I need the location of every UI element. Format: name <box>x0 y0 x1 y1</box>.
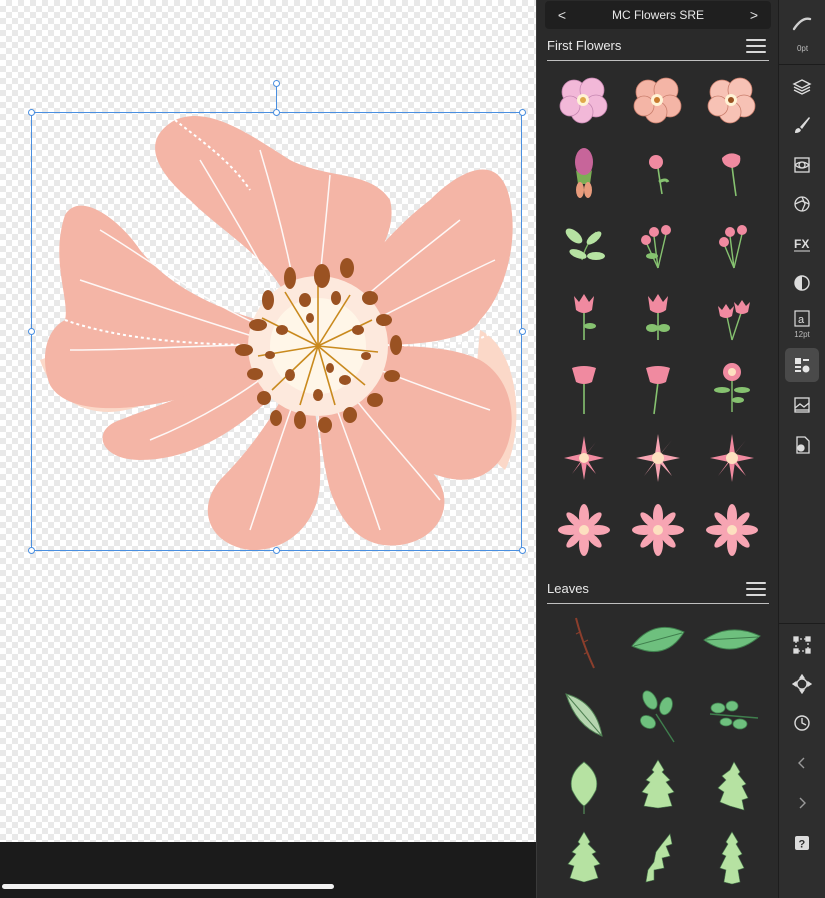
leaves-grid <box>547 606 769 894</box>
asset-thumbnail[interactable] <box>547 750 621 822</box>
asset-thumbnail[interactable] <box>547 206 621 278</box>
stroke-width-icon[interactable] <box>785 6 819 40</box>
text-styles-icon[interactable]: a 12pt <box>785 304 819 344</box>
previous-category-button[interactable]: < <box>555 7 569 23</box>
rotation-handle-line <box>276 84 277 112</box>
asset-thumbnail[interactable] <box>547 822 621 894</box>
adjustments-icon[interactable] <box>785 148 819 182</box>
section-title-first-flowers[interactable]: First Flowers <box>547 38 621 53</box>
layers-icon[interactable] <box>785 70 819 104</box>
asset-thumbnail[interactable] <box>621 822 695 894</box>
styles-icon[interactable] <box>785 266 819 300</box>
resize-handle-left[interactable] <box>28 328 35 335</box>
resize-handle-right[interactable] <box>519 328 526 335</box>
collapse-left-icon[interactable] <box>785 746 819 780</box>
assets-panel: < MC Flowers SRE > First Flowers Leaves <box>536 0 778 898</box>
asset-thumbnail[interactable] <box>695 494 769 566</box>
asset-thumbnail[interactable] <box>695 678 769 750</box>
section-divider <box>547 60 769 61</box>
asset-thumbnail[interactable] <box>695 62 769 134</box>
effects-icon[interactable] <box>785 187 819 221</box>
svg-text:?: ? <box>799 839 806 851</box>
asset-thumbnail[interactable] <box>547 134 621 206</box>
stroke-width-value: 0pt <box>796 44 809 53</box>
resize-handle-bottom-left[interactable] <box>28 547 35 554</box>
asset-thumbnail[interactable] <box>547 350 621 422</box>
document-settings-icon[interactable] <box>785 428 819 462</box>
asset-thumbnail[interactable] <box>695 134 769 206</box>
svg-text:a: a <box>798 314 805 326</box>
stock-icon[interactable] <box>785 388 819 422</box>
transform-icon[interactable] <box>785 628 819 662</box>
asset-thumbnail[interactable] <box>695 206 769 278</box>
asset-thumbnail[interactable] <box>547 278 621 350</box>
assets-icon[interactable] <box>785 348 819 382</box>
asset-thumbnail[interactable] <box>621 350 695 422</box>
resize-handle-top-right[interactable] <box>519 109 526 116</box>
asset-category-title: MC Flowers SRE <box>611 8 704 22</box>
asset-thumbnail[interactable] <box>695 422 769 494</box>
asset-thumbnail[interactable] <box>547 62 621 134</box>
brush-icon[interactable] <box>785 108 819 142</box>
fx-icon[interactable]: FX <box>785 226 819 260</box>
asset-thumbnail[interactable] <box>621 206 695 278</box>
asset-thumbnail[interactable] <box>695 278 769 350</box>
rotation-handle[interactable] <box>273 80 280 87</box>
asset-thumbnail[interactable] <box>621 494 695 566</box>
asset-thumbnail[interactable] <box>621 134 695 206</box>
navigator-icon[interactable] <box>785 667 819 701</box>
app: < MC Flowers SRE > First Flowers Leaves … <box>0 0 825 898</box>
asset-thumbnail[interactable] <box>621 750 695 822</box>
studio-toolbar: 0pt FX a 12pt ? <box>778 0 825 898</box>
section-divider <box>547 603 769 604</box>
asset-thumbnail[interactable] <box>547 494 621 566</box>
asset-thumbnail[interactable] <box>695 606 769 678</box>
asset-thumbnail[interactable] <box>621 278 695 350</box>
collapse-right-icon[interactable] <box>785 786 819 820</box>
asset-thumbnail[interactable] <box>695 822 769 894</box>
resize-handle-bottom-right[interactable] <box>519 547 526 554</box>
asset-category-switcher: < MC Flowers SRE > <box>545 1 771 29</box>
resize-handle-top-left[interactable] <box>28 109 35 116</box>
bottom-bar <box>0 842 536 898</box>
svg-text:FX: FX <box>794 237 809 251</box>
asset-thumbnail[interactable] <box>621 606 695 678</box>
asset-thumbnail[interactable] <box>621 62 695 134</box>
history-icon[interactable] <box>785 706 819 740</box>
resize-handle-top[interactable] <box>273 109 280 116</box>
text-size-value: 12pt <box>794 330 810 339</box>
document-canvas[interactable] <box>0 0 536 842</box>
asset-thumbnail[interactable] <box>547 678 621 750</box>
resize-handle-bottom[interactable] <box>273 547 280 554</box>
asset-thumbnail[interactable] <box>621 422 695 494</box>
section-menu-icon[interactable] <box>746 582 766 596</box>
next-category-button[interactable]: > <box>747 7 761 23</box>
asset-thumbnail[interactable] <box>547 606 621 678</box>
asset-thumbnail[interactable] <box>695 750 769 822</box>
first-flowers-grid <box>547 62 769 566</box>
asset-thumbnail[interactable] <box>621 678 695 750</box>
asset-thumbnail[interactable] <box>695 350 769 422</box>
asset-thumbnail[interactable] <box>547 422 621 494</box>
section-title-leaves[interactable]: Leaves <box>547 581 589 596</box>
help-icon[interactable]: ? <box>785 826 819 860</box>
home-indicator[interactable] <box>2 884 334 889</box>
section-menu-icon[interactable] <box>746 39 766 53</box>
flower-artwork[interactable] <box>0 0 536 842</box>
